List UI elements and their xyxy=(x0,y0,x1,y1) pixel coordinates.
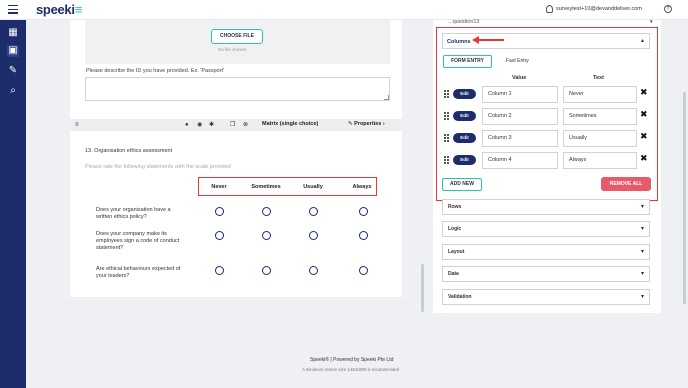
value-header: Value xyxy=(512,75,527,81)
radio-option[interactable] xyxy=(215,266,224,275)
drag-handle-icon[interactable] xyxy=(444,156,450,164)
column-value-input[interactable]: Column 4 xyxy=(482,152,558,169)
close-icon[interactable]: ✖ xyxy=(640,110,648,119)
arrow-line xyxy=(474,39,504,41)
user-icon xyxy=(546,5,553,13)
radio-option[interactable] xyxy=(359,266,368,275)
column-text-input[interactable]: Always xyxy=(563,152,637,169)
column-header: Always xyxy=(352,184,372,190)
column-value-input[interactable]: Column 3 xyxy=(482,130,558,147)
add-new-button[interactable]: ADD NEW xyxy=(442,178,482,191)
visibility-icon[interactable]: ◉ xyxy=(197,121,202,129)
sidebar: ▦ ▣ ✎ ⌕ xyxy=(0,20,26,388)
radio-option[interactable] xyxy=(309,266,318,275)
properties-button[interactable]: ✎ Properties › xyxy=(348,121,385,127)
question-type-label[interactable]: Matrix (single choice) xyxy=(262,121,318,127)
chevron-down-icon: ▾ xyxy=(640,249,644,255)
edit-icon[interactable]: ✎ xyxy=(7,65,19,77)
close-icon[interactable]: ✖ xyxy=(640,132,648,141)
edit-button[interactable]: Edit xyxy=(453,155,476,165)
column-header: Never xyxy=(211,184,227,190)
required-icon[interactable]: ✱ xyxy=(209,121,214,129)
id-question-label: Please describe the ID you have provided… xyxy=(86,68,225,74)
delete-icon[interactable]: ⊗ xyxy=(243,121,248,129)
section-layout[interactable]: Layout ▾ xyxy=(442,244,650,260)
logo: speeki≡ xyxy=(36,2,82,17)
column-header: Usually xyxy=(303,184,323,190)
radio-option[interactable] xyxy=(215,231,224,240)
tab-fast-entry[interactable]: Fast Entry xyxy=(506,58,529,64)
chevron-down-icon: ▾ xyxy=(640,226,644,232)
column-text-input[interactable]: Usually xyxy=(563,130,637,147)
resize-handle-icon[interactable] xyxy=(384,95,389,100)
section-label: Data xyxy=(448,271,459,277)
settings-icon[interactable]: ● xyxy=(185,121,189,129)
section-validation[interactable]: Validation ▾ xyxy=(442,289,650,305)
panel-scrollbar[interactable] xyxy=(683,92,686,304)
editor-scrollbar[interactable] xyxy=(421,264,424,312)
text-header: Text xyxy=(593,75,604,81)
edit-button[interactable]: Edit xyxy=(453,89,476,99)
radio-option[interactable] xyxy=(262,266,271,275)
column-header: Sometimes xyxy=(251,184,281,190)
drag-handle-icon[interactable] xyxy=(444,134,450,142)
radio-option[interactable] xyxy=(215,207,224,216)
section-label: Layout xyxy=(448,249,465,255)
column-text-input[interactable]: Never xyxy=(563,86,637,103)
columns-section-title: Columns xyxy=(447,39,471,45)
edit-button[interactable]: Edit xyxy=(453,111,476,121)
radio-option[interactable] xyxy=(262,207,271,216)
question-description: Please rate the following statements wit… xyxy=(85,164,231,170)
chevron-up-icon[interactable]: ▴ xyxy=(641,37,644,44)
search-icon[interactable]: ⌕ xyxy=(7,85,19,97)
radio-option[interactable] xyxy=(359,231,368,240)
chevron-down-icon[interactable]: ▾ xyxy=(650,19,653,25)
close-icon[interactable]: ✖ xyxy=(640,154,648,163)
column-text-input[interactable]: Sometimes xyxy=(563,108,637,125)
section-data[interactable]: Data ▾ xyxy=(442,266,650,282)
footer-note: A minimum screen size 1440x900 is recomm… xyxy=(302,367,400,372)
edit-button[interactable]: Edit xyxy=(453,133,476,143)
help-icon[interactable]: ? xyxy=(664,5,672,13)
duplicate-icon[interactable]: ❐ xyxy=(230,121,235,129)
id-description-textarea[interactable] xyxy=(85,77,390,101)
question-id-field[interactable]: ...question13 xyxy=(448,19,480,25)
chevron-down-icon: ▾ xyxy=(640,294,644,300)
drag-handle-icon[interactable] xyxy=(444,90,450,98)
matrix-row-label: Does your organisation have a written et… xyxy=(96,207,171,220)
file-status: No file chosen xyxy=(218,47,247,52)
user-email[interactable]: surveytest+10@devanddeliver.com xyxy=(556,6,642,12)
radio-option[interactable] xyxy=(359,207,368,216)
matrix-row-label: Are ethical behaviours expected of your … xyxy=(96,266,181,279)
question-title: 13. Organisation ethics assessment xyxy=(85,148,173,154)
footer-copyright: Speeki® | Powered by Speeki Pte Ltd xyxy=(310,357,394,363)
tab-form-entry[interactable]: FORM ENTRY xyxy=(443,55,492,68)
hamburger-icon[interactable] xyxy=(8,5,18,14)
section-label: Logic xyxy=(448,226,462,232)
grid-icon[interactable]: ▦ xyxy=(7,27,19,39)
radio-option[interactable] xyxy=(309,207,318,216)
section-label: Validation xyxy=(448,294,472,300)
drag-handle-icon[interactable]: ≡ xyxy=(75,121,79,129)
radio-option[interactable] xyxy=(309,231,318,240)
book-icon[interactable]: ▣ xyxy=(7,45,19,57)
close-icon[interactable]: ✖ xyxy=(640,88,648,97)
column-value-input[interactable]: Column 2 xyxy=(482,108,558,125)
radio-option[interactable] xyxy=(262,231,271,240)
chevron-down-icon: ▾ xyxy=(640,204,644,210)
section-label: Rows xyxy=(448,204,462,210)
section-rows[interactable]: Rows ▾ xyxy=(442,199,650,215)
remove-all-button[interactable]: REMOVE ALL xyxy=(601,177,651,191)
chevron-down-icon: ▾ xyxy=(640,271,644,277)
column-value-input[interactable]: Column 1 xyxy=(482,86,558,103)
matrix-row-label: Does your company make its employees sig… xyxy=(96,231,180,251)
choose-file-button[interactable]: CHOOSE FILE xyxy=(211,29,263,44)
section-logic[interactable]: Logic ▾ xyxy=(442,221,650,237)
drag-handle-icon[interactable] xyxy=(444,112,450,120)
